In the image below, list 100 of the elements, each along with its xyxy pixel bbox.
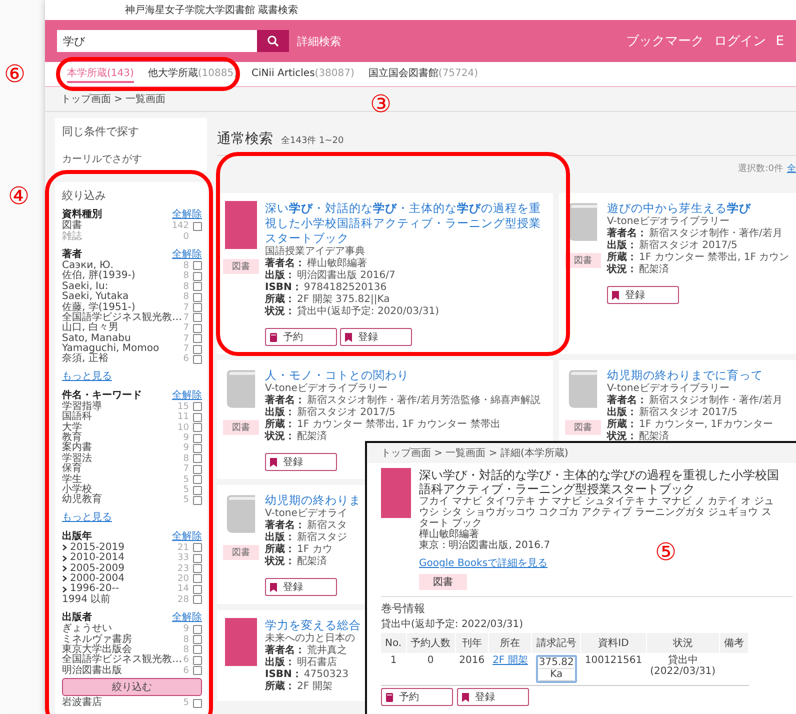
clear-all-link[interactable]: 全解除 <box>172 209 202 221</box>
location-link[interactable]: 2F 開架 <box>492 655 528 666</box>
checkbox[interactable] <box>193 222 202 231</box>
checkbox[interactable] <box>193 645 202 654</box>
checkbox[interactable] <box>193 454 202 464</box>
checkbox[interactable] <box>193 496 202 505</box>
facet-count: 23 <box>178 564 189 574</box>
facet-count: 9 <box>183 433 189 444</box>
register-button[interactable]: 登録 <box>607 286 679 304</box>
facet-label: 雑誌 <box>62 232 83 242</box>
checkbox[interactable] <box>193 282 202 292</box>
checkbox[interactable] <box>193 402 202 412</box>
checkbox[interactable] <box>193 635 202 644</box>
field-value: 新宿スタジオ制作・著作/若月芳浩監修・綿喜声解説 <box>307 395 540 406</box>
clear-all-link[interactable]: 全解除 <box>172 248 202 261</box>
book-title-link[interactable]: 学力を変える総合 <box>265 618 361 633</box>
checkbox[interactable] <box>193 574 202 584</box>
checkbox[interactable] <box>193 354 202 364</box>
checkbox[interactable] <box>193 475 202 484</box>
checkbox[interactable] <box>193 624 202 634</box>
field-label: 著者名： <box>265 258 305 269</box>
checkbox[interactable] <box>193 313 202 322</box>
facet-label: 1994 以前 <box>62 594 112 605</box>
google-books-link[interactable]: Google Booksで詳細を見る <box>419 558 548 569</box>
search-button[interactable] <box>257 30 289 52</box>
nav-link[interactable]: ブックマーク <box>626 32 704 50</box>
nav-link[interactable]: ログイン <box>714 32 766 50</box>
advanced-search-link[interactable]: 詳細検索 <box>297 34 341 48</box>
checkbox[interactable] <box>193 584 202 594</box>
calil-link[interactable]: カーリルでさがす <box>62 154 142 165</box>
book-title-link[interactable]: 深い学び・対話的な学び・主体的な学びの過程を重視した小学校国語科アクティブ・ラーニング型授業スタートブック <box>265 201 551 246</box>
chevron-icon[interactable] <box>62 565 67 572</box>
search-field[interactable]: 学び <box>57 30 257 52</box>
checkbox[interactable] <box>193 595 202 604</box>
checkbox[interactable] <box>193 412 202 422</box>
more-link[interactable]: もっと見る <box>62 510 202 524</box>
facet-count: 5 <box>183 485 189 495</box>
checkbox[interactable] <box>193 543 202 552</box>
checkbox[interactable] <box>193 423 202 432</box>
checkbox[interactable] <box>193 656 202 665</box>
book-icon <box>270 332 277 342</box>
source-tab[interactable]: 他大学所蔵(10885) <box>148 65 238 83</box>
facet-count: 5 <box>183 495 189 506</box>
register-button[interactable]: 登録 <box>265 578 337 596</box>
checkbox[interactable] <box>193 272 202 281</box>
checkbox[interactable] <box>193 303 202 312</box>
field-value: 配架済 <box>297 556 327 567</box>
chevron-icon[interactable] <box>62 544 67 552</box>
facet-label: Саэки, Ю. <box>62 260 114 271</box>
book-title-link[interactable]: 人・モノ・コトとの関わり <box>265 368 409 383</box>
facet-label: 東京大学出版会 <box>62 644 133 655</box>
book-title-link[interactable]: 幼児期の終わりまでに育って <box>607 368 763 383</box>
clear-all-link[interactable]: 全解除 <box>172 390 202 402</box>
facet-count: 11 <box>178 412 189 422</box>
clear-all-link[interactable]: 全解除 <box>172 612 202 624</box>
facet-label: 明治図書出版 <box>62 666 123 676</box>
book-title-link[interactable]: 遊びの中から芽生える学び <box>607 201 751 216</box>
chevron-icon[interactable] <box>62 554 67 562</box>
select-all-link[interactable]: 全 <box>787 162 796 175</box>
source-tab[interactable]: 本学所蔵(143) <box>67 65 134 83</box>
checkbox[interactable] <box>193 666 202 676</box>
refine-button[interactable]: 絞り込む <box>62 678 202 696</box>
checkbox[interactable] <box>193 698 202 708</box>
facet-count: 142 <box>172 221 189 232</box>
field-value: 樺山敏郎編著 <box>307 258 367 269</box>
facet-count: 7 <box>183 302 189 313</box>
title-reading: フカイ マナビ タイワテキ ナ マナビ シュタイテキ ナ マナビ ノ カテイ オ ジュウシ シタ ショウガッコウ コクゴカ アクティブ ラーニングガタ ジュギョウ スタート ブック <box>419 496 775 529</box>
source-tab[interactable]: 国立国会図書館(75724) <box>368 65 478 83</box>
register-button[interactable]: 登録 <box>340 328 412 346</box>
book-title-link[interactable]: 幼児期の終わりま <box>265 493 361 508</box>
clear-all-link[interactable]: 全解除 <box>172 530 202 543</box>
checkbox[interactable] <box>193 564 202 574</box>
checkbox[interactable] <box>193 464 202 474</box>
checkbox[interactable] <box>193 434 202 443</box>
nav-link[interactable]: E <box>776 34 784 48</box>
field-label: 著者名： <box>265 645 305 656</box>
checkbox[interactable] <box>193 292 202 302</box>
checkbox[interactable] <box>193 261 202 270</box>
source-tab[interactable]: CiNii Articles(38087) <box>252 66 354 82</box>
checkbox[interactable] <box>193 486 202 494</box>
field-value: 貸出中(返却予定: 2020/03/31) <box>297 306 439 317</box>
series-title: V-toneビデオライ <box>265 508 348 520</box>
checkbox[interactable] <box>193 444 202 453</box>
checkbox[interactable] <box>193 324 202 333</box>
chevron-icon[interactable] <box>62 586 67 593</box>
more-link[interactable]: もっと見る <box>62 368 202 383</box>
reserve-button[interactable]: 予約 <box>265 328 337 346</box>
facet-label: 大学 <box>62 422 83 433</box>
chevron-icon[interactable] <box>62 575 67 582</box>
publication-text: 東京 : 明治図書出版, 2016.7 <box>419 540 552 551</box>
checkbox[interactable] <box>193 554 202 563</box>
field-label: 状況： <box>607 264 637 275</box>
checkbox[interactable] <box>193 334 202 344</box>
register-button[interactable]: 登録 <box>265 453 337 471</box>
register-button[interactable]: 登録 <box>457 688 529 706</box>
field-value: 配架済 <box>639 431 669 442</box>
series-title: 国語授業アイデア事典 <box>265 246 365 258</box>
reserve-button[interactable]: 予約 <box>381 688 453 706</box>
checkbox[interactable] <box>193 344 202 354</box>
bookmark-icon <box>462 692 469 702</box>
